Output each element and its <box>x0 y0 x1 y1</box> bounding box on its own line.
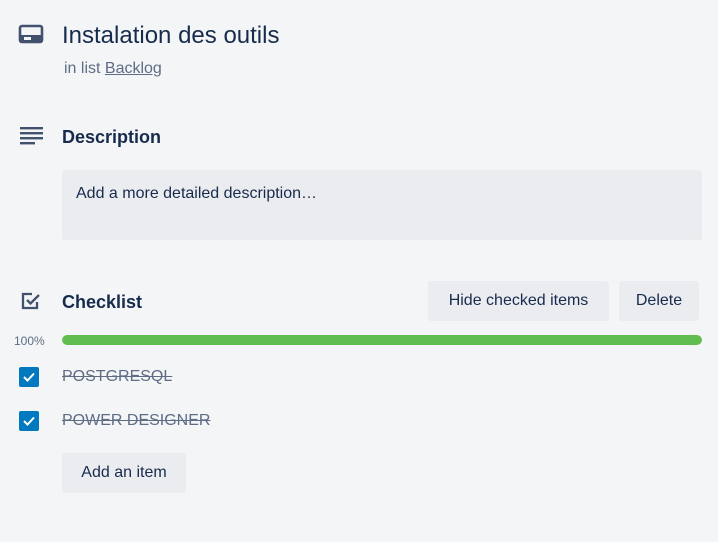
card-title[interactable]: Instalation des outils <box>62 20 279 52</box>
description-title: Description <box>62 127 162 147</box>
checkbox-icon <box>20 290 42 312</box>
description-lines-icon <box>20 126 44 146</box>
checkmark-icon <box>23 416 35 426</box>
checklist-item-checkbox[interactable] <box>19 411 39 431</box>
progress-percentage: 100% <box>14 334 45 348</box>
description-input[interactable]: Add a more detailed description… <box>62 170 702 240</box>
checklist-item-checkbox[interactable] <box>19 367 39 387</box>
progress-bar <box>62 335 702 345</box>
checklist-item-text[interactable]: POSTGRESQL <box>62 366 172 388</box>
card-icon <box>18 24 44 46</box>
add-item-button[interactable]: Add an item <box>62 453 186 493</box>
delete-checklist-button[interactable]: Delete <box>619 281 699 321</box>
in-list-prefix: in list <box>64 60 101 77</box>
hide-checked-items-button[interactable]: Hide checked items <box>428 281 609 321</box>
list-link[interactable]: Backlog <box>105 60 162 77</box>
checklist-title[interactable]: Checklist <box>62 290 142 314</box>
progress-bar-fill <box>62 335 702 345</box>
in-list-caption: in list Backlog <box>64 59 162 79</box>
checklist-item-text[interactable]: POWER DESIGNER <box>62 410 210 432</box>
checkmark-icon <box>23 372 35 382</box>
